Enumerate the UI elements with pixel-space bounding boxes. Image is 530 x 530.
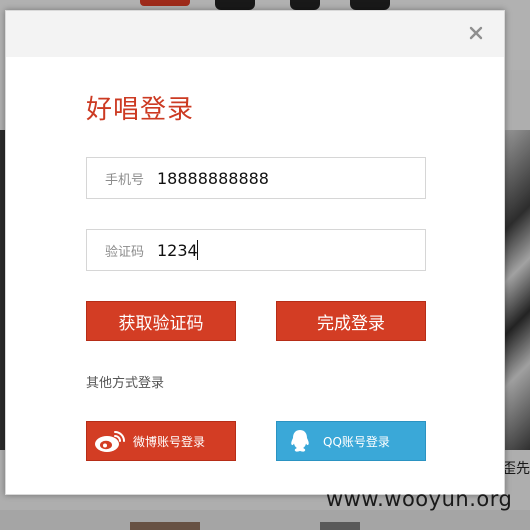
phone-field[interactable]: 手机号 (86, 157, 426, 199)
login-dialog: 好唱登录 手机号 验证码 获取验证码 完成登录 其他方式登录 微博账号登录 (5, 10, 505, 495)
code-label: 验证码 (105, 244, 145, 260)
login-button[interactable]: 完成登录 (276, 301, 426, 341)
get-code-button[interactable]: 获取验证码 (86, 301, 236, 341)
qq-icon (277, 428, 323, 454)
weibo-icon (87, 429, 133, 453)
code-field[interactable]: 验证码 (86, 229, 426, 271)
weibo-login-button[interactable]: 微博账号登录 (86, 421, 236, 461)
watermark: www.wooyun.org (326, 487, 513, 511)
dialog-title: 好唱登录 (86, 95, 195, 125)
qq-login-label: QQ账号登录 (323, 434, 390, 449)
dialog-header (6, 11, 504, 57)
text-caret (197, 240, 198, 260)
close-icon (469, 26, 483, 40)
other-login-methods-label: 其他方式登录 (86, 376, 165, 391)
close-button[interactable] (466, 23, 486, 43)
phone-input[interactable] (157, 159, 425, 197)
qq-login-button[interactable]: QQ账号登录 (276, 421, 426, 461)
weibo-login-label: 微博账号登录 (133, 434, 206, 449)
phone-label: 手机号 (105, 172, 145, 188)
